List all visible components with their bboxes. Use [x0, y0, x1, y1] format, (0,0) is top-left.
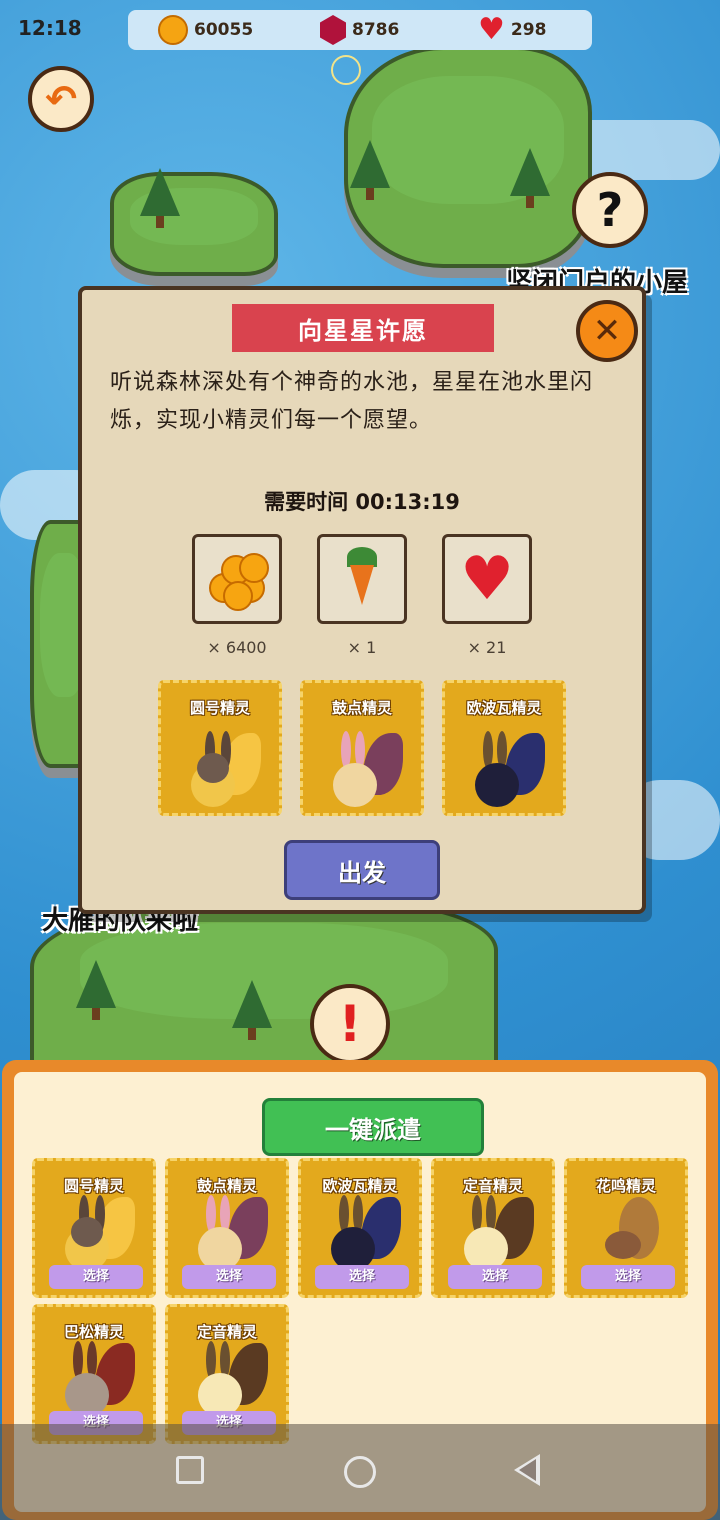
coin-counter: 60055	[158, 10, 253, 50]
depart-button[interactable]: 出发	[284, 840, 440, 900]
tree	[140, 168, 180, 228]
one-click-dispatch-button[interactable]: 一键派遣	[262, 1098, 484, 1156]
help-button[interactable]: ?	[572, 172, 648, 248]
tree	[76, 960, 116, 1020]
close-button[interactable]: ✕	[576, 300, 638, 362]
horn-sprite-icon	[57, 1191, 137, 1271]
sprite-card[interactable]: 鼓点精灵 选择	[165, 1158, 289, 1298]
slot-sprite-card[interactable]: 圆号精灵	[158, 680, 282, 816]
time-value: 00:13:19	[355, 490, 460, 514]
required-time: 需要时间 00:13:19	[82, 486, 642, 516]
sprite-card[interactable]: 定音精灵 选择	[165, 1304, 289, 1444]
wish-dialog: 向星星许愿 ✕ 听说森林深处有个神奇的水池，星星在池水里闪烁，实现小精灵们每一个…	[78, 286, 646, 914]
exclamation-icon: !	[338, 995, 362, 1053]
coin-amount: 60055	[194, 20, 254, 40]
alert-button[interactable]: !	[310, 984, 390, 1064]
gem-counter: 8786	[320, 10, 399, 50]
cost-carrot	[317, 534, 407, 624]
tree	[510, 148, 550, 208]
question-mark-icon: ?	[596, 183, 624, 237]
sprite-card[interactable]: 定音精灵 选择	[431, 1158, 555, 1298]
drum-sprite-icon	[190, 1191, 270, 1271]
select-button[interactable]: 选择	[315, 1265, 409, 1289]
sprite-card[interactable]: 欧波瓦精灵 选择	[298, 1158, 422, 1298]
status-time: 12:18	[18, 16, 82, 40]
time-label: 需要时间	[264, 490, 349, 514]
sprite-card[interactable]: 巴松精灵 选择	[32, 1304, 156, 1444]
coins-icon	[205, 551, 269, 611]
flower-sprite-icon	[589, 1191, 669, 1271]
close-icon: ✕	[592, 311, 622, 351]
undo-arrow-icon: ↶	[45, 77, 77, 121]
sprite-name: 圆号精灵	[189, 699, 250, 717]
timpani-sprite-icon	[190, 1337, 270, 1417]
cost-qty: × 1	[347, 638, 377, 657]
oboe-sprite-icon	[323, 1191, 403, 1271]
resource-bar: 60055 8786 ♥ 298	[128, 10, 592, 50]
bassoon-sprite-icon	[57, 1337, 137, 1417]
island[interactable]	[110, 172, 278, 276]
sprite-card[interactable]: 圆号精灵 选择	[32, 1158, 156, 1298]
gem-amount: 8786	[352, 20, 400, 40]
oboe-sprite-icon	[467, 727, 547, 807]
tree	[350, 140, 390, 200]
heart-counter: ♥ 298	[478, 10, 546, 50]
cost-qty: × 6400	[207, 638, 267, 657]
select-button[interactable]: 选择	[448, 1265, 542, 1289]
heart-icon: ♥	[478, 12, 505, 47]
cost-qty: × 21	[467, 638, 507, 657]
heart-amount: 298	[510, 20, 547, 40]
timpani-sprite-icon	[456, 1191, 536, 1271]
home-icon[interactable]	[344, 1456, 376, 1488]
sprite-name: 欧波瓦精灵	[466, 699, 542, 717]
select-button[interactable]: 选择	[581, 1265, 675, 1289]
back-button[interactable]: ↶	[28, 66, 94, 132]
slot-sprite-card[interactable]: 鼓点精灵	[300, 680, 424, 816]
cost-coins	[192, 534, 282, 624]
carrot-icon	[342, 547, 382, 609]
tree	[232, 980, 272, 1040]
horn-sprite-icon	[183, 727, 263, 807]
drum-sprite-icon	[325, 727, 405, 807]
sprite-card[interactable]: 花鸣精灵 选择	[564, 1158, 688, 1298]
gem-icon	[320, 15, 346, 45]
cost-hearts: ♥	[442, 534, 532, 624]
dialog-title: 向星星许愿	[232, 304, 494, 352]
dialog-description: 听说森林深处有个神奇的水池，星星在池水里闪烁，实现小精灵们每一个愿望。	[110, 370, 594, 433]
heart-icon: ♥	[460, 544, 514, 614]
select-button[interactable]: 选择	[182, 1265, 276, 1289]
coin-icon	[158, 15, 188, 45]
sprite-name: 鼓点精灵	[331, 699, 392, 717]
slot-sprite-card[interactable]: 欧波瓦精灵	[442, 680, 566, 816]
system-nav-bar	[0, 1424, 720, 1520]
select-button[interactable]: 选择	[49, 1265, 143, 1289]
ring-indicator	[331, 55, 361, 85]
back-triangle-icon[interactable]	[514, 1454, 540, 1486]
recent-apps-icon[interactable]	[176, 1456, 204, 1484]
